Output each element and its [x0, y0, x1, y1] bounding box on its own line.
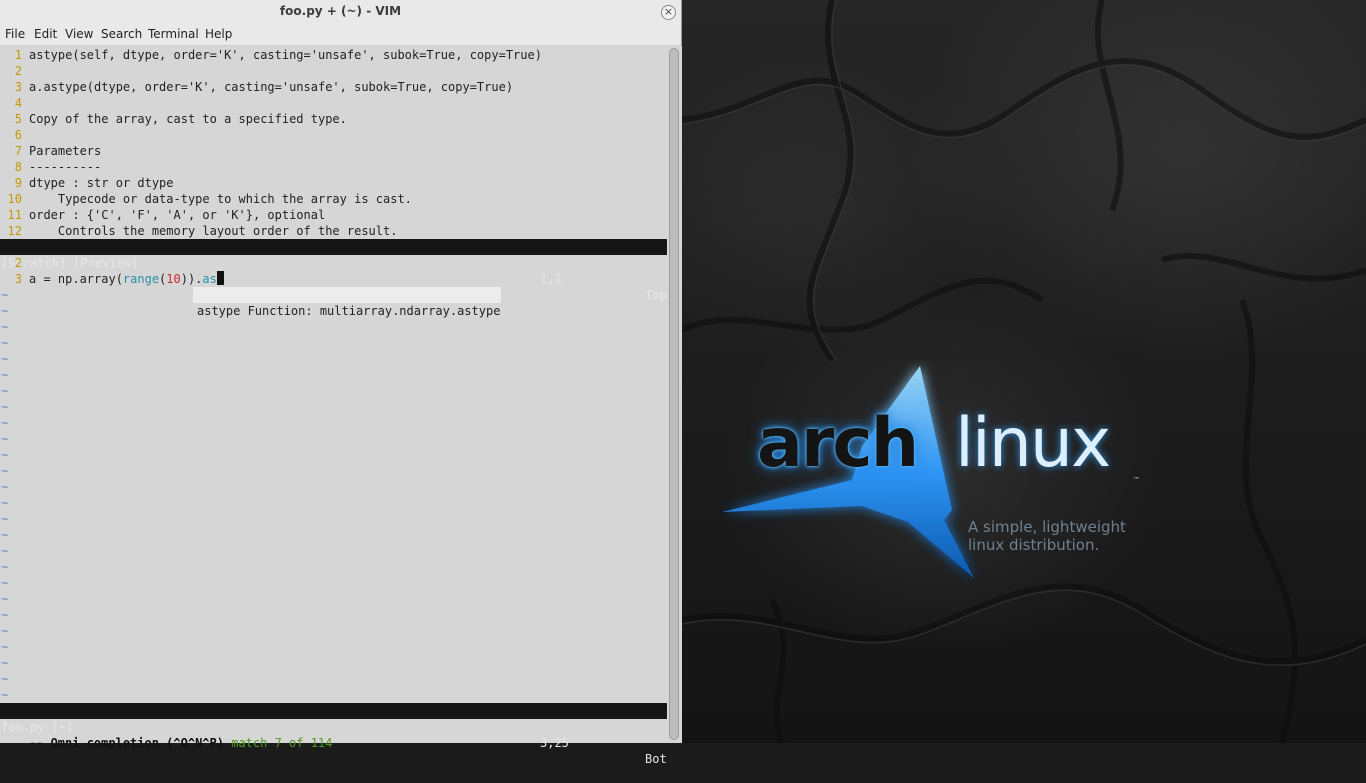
buffer-statusline: foo.py [+] 3,25 Bot	[0, 703, 667, 766]
empty-line-marker: ~	[1, 496, 9, 510]
empty-line-marker: ~	[1, 544, 9, 558]
buffer-cursor-position: 3,25	[540, 736, 569, 750]
completion-popup-item[interactable]: astype Function: multiarray.ndarray.asty…	[193, 287, 501, 318]
close-icon: ×	[663, 5, 674, 18]
empty-line-marker: ~	[1, 624, 9, 638]
empty-line-marker: ~	[1, 656, 9, 670]
empty-line-marker: ~	[1, 384, 9, 398]
trademark-symbol: ™	[1133, 476, 1140, 484]
empty-line-marker: ~	[1, 528, 9, 542]
logo-tagline: A simple, lightweight linux distribution…	[968, 518, 1126, 554]
menu-terminal[interactable]: Terminal	[148, 27, 199, 41]
menu-view[interactable]: View	[65, 27, 93, 41]
menu-file[interactable]: File	[5, 27, 25, 41]
buffer-line-current[interactable]: 3a = np.array(range(10)).as	[0, 271, 667, 287]
empty-line-marker: ~	[1, 576, 9, 590]
preview-line: 6	[14, 128, 22, 142]
preview-line: 2	[14, 64, 22, 78]
close-button[interactable]: ×	[661, 5, 676, 20]
preview-line: 3 a.astype(dtype, order='K', casting='uns…	[14, 80, 514, 94]
empty-line-marker: ~	[1, 464, 9, 478]
empty-line-marker: ~	[1, 336, 9, 350]
empty-line-marker: ~	[1, 560, 9, 574]
preview-line: 8 ----------	[14, 160, 102, 174]
empty-line-marker: ~	[1, 672, 9, 686]
preview-line: 7 Parameters	[14, 144, 102, 158]
empty-line-marker: ~	[1, 400, 9, 414]
logo-word-arch: arch	[757, 404, 919, 483]
preview-line: 5 Copy of the array, cast to a specified …	[14, 112, 347, 126]
empty-line-marker: ~	[1, 608, 9, 622]
vim-window: foo.py + (~) - VIM × File Edit View Sear…	[0, 0, 682, 766]
command-line: -- Omni completion (^O^N^P) match 7 of 1…	[0, 719, 667, 750]
logo-word-linux: linux	[955, 404, 1111, 483]
empty-line-marker: ~	[1, 688, 9, 702]
buffer-line: 2	[14, 256, 22, 270]
empty-line-marker: ~	[1, 448, 9, 462]
empty-line-marker: ~	[1, 512, 9, 526]
scrollbar-thumb[interactable]	[669, 48, 679, 740]
preview-line: 11 order : {'C', 'F', 'A', or 'K'}, optio…	[7, 208, 326, 222]
empty-line-marker: ~	[1, 320, 9, 334]
completion-match-count: match 7 of 114	[231, 736, 333, 750]
empty-line-marker: ~	[1, 352, 9, 366]
empty-line-marker: ~	[1, 640, 9, 654]
empty-line-marker: ~	[1, 416, 9, 430]
menu-search[interactable]: Search	[101, 27, 142, 41]
preview-line: 10 Typecode or data-type to which the ar…	[7, 192, 412, 206]
window-title: foo.py + (~) - VIM	[279, 4, 402, 18]
menu-help[interactable]: Help	[205, 27, 232, 41]
editor-area[interactable]: 1 astype(self, dtype, order='K', casting=…	[0, 47, 667, 766]
preview-statusline: [Scratch] [Preview] 1,1 Top	[0, 239, 667, 302]
mode-indicator: -- Omni completion (^O^N^P)	[28, 736, 224, 750]
desktop-wallpaper: arch linux ™ A simple, lightweight linux…	[682, 0, 1366, 743]
empty-line-marker: ~	[1, 592, 9, 606]
preview-line: 4	[14, 96, 22, 110]
preview-line: 12 Controls the memory layout order of t…	[7, 224, 398, 238]
empty-line-marker: ~	[1, 368, 9, 382]
buffer-scroll-indicator: Bot	[645, 752, 667, 766]
title-bar[interactable]: foo.py + (~) - VIM ×	[0, 0, 681, 25]
vertical-scrollbar[interactable]	[667, 46, 682, 743]
text-cursor	[216, 271, 224, 285]
empty-line-marker: ~	[1, 432, 9, 446]
preview-line: 1 astype(self, dtype, order='K', casting=…	[14, 48, 542, 62]
preview-line: 9 dtype : str or dtype	[14, 176, 174, 190]
menu-edit[interactable]: Edit	[34, 27, 57, 41]
menu-bar: File Edit View Search Terminal Help	[0, 24, 681, 46]
empty-line-marker: ~	[1, 480, 9, 494]
